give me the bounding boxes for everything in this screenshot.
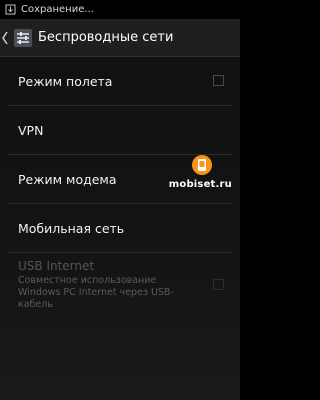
setting-label: Режим модема bbox=[18, 171, 117, 187]
mobiset-logo-icon bbox=[190, 153, 214, 177]
setting-label: USB Internet bbox=[18, 259, 95, 273]
page-title: Беспроводные сети bbox=[38, 30, 174, 45]
setting-vpn[interactable]: VPN bbox=[8, 106, 232, 155]
settings-list: Режим полета VPN Режим модема Мобильная … bbox=[0, 57, 240, 400]
setting-mobile-network[interactable]: Мобильная сеть bbox=[8, 204, 232, 253]
back-caret-icon[interactable] bbox=[2, 26, 10, 50]
airplane-mode-checkbox[interactable] bbox=[213, 75, 224, 86]
watermark-text: mobiset.ru bbox=[168, 179, 232, 190]
setting-label: Мобильная сеть bbox=[18, 220, 125, 236]
settings-app-icon[interactable] bbox=[12, 27, 34, 49]
setting-label: Режим полета bbox=[18, 73, 113, 89]
setting-summary: Совместное использование Windows PC Inte… bbox=[18, 275, 174, 310]
usb-internet-checkbox bbox=[213, 279, 224, 290]
setting-airplane-mode[interactable]: Режим полета bbox=[8, 57, 232, 106]
status-notification-text: Сохранение... bbox=[21, 4, 94, 15]
setting-label: VPN bbox=[18, 122, 44, 138]
action-bar: Беспроводные сети bbox=[0, 19, 240, 57]
watermark: mobiset.ru bbox=[169, 153, 232, 190]
download-icon bbox=[5, 4, 16, 15]
status-bar: Сохранение... bbox=[0, 0, 240, 19]
setting-usb-internet: USB Internet Совместное использование Wi… bbox=[8, 253, 232, 317]
